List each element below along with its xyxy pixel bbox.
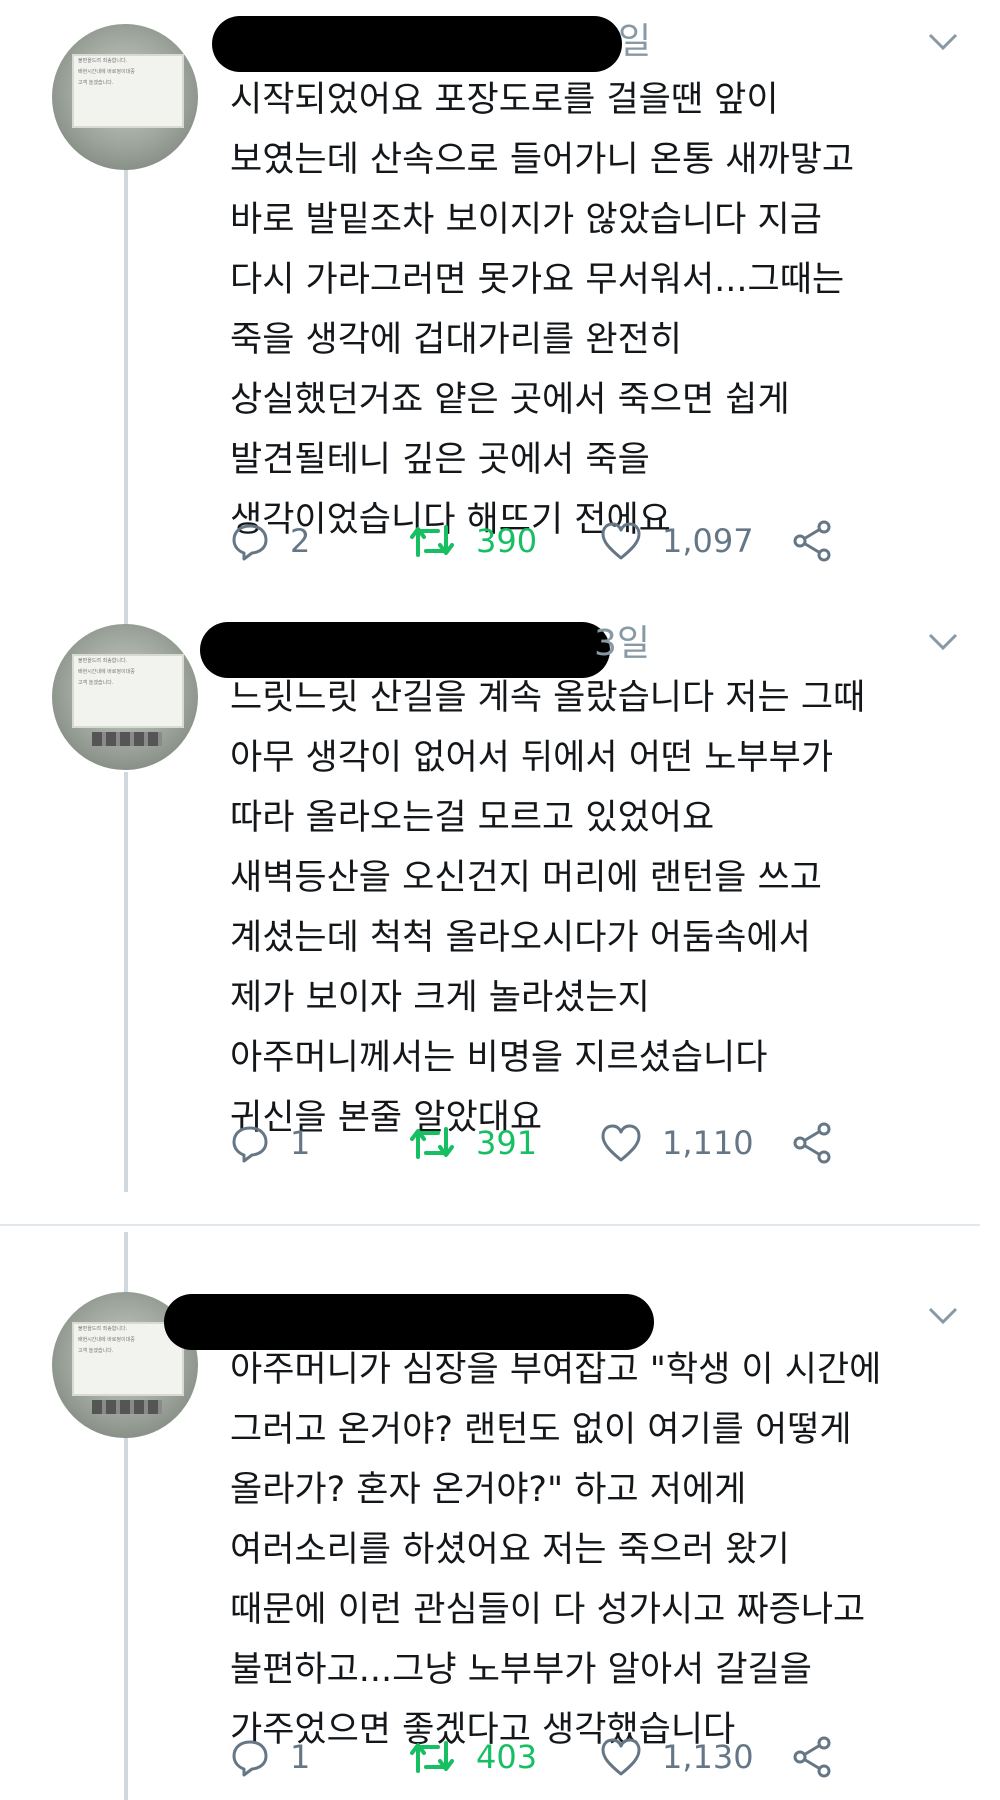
share-icon bbox=[793, 1122, 831, 1164]
retweet-button[interactable]: 391 bbox=[408, 1118, 537, 1168]
avatar-keypad bbox=[92, 732, 162, 746]
tweet-actions: 1 391 1,110 bbox=[230, 1118, 880, 1168]
retweet-icon bbox=[410, 1127, 454, 1159]
reply-icon bbox=[232, 1740, 268, 1777]
retweet-button[interactable]: 403 bbox=[408, 1732, 537, 1782]
share-button[interactable] bbox=[790, 1732, 834, 1782]
avatar-keypad bbox=[92, 1400, 162, 1414]
like-icon bbox=[601, 1738, 641, 1776]
reply-count: 1 bbox=[290, 1738, 311, 1776]
like-count: 1,130 bbox=[662, 1738, 754, 1776]
share-button[interactable] bbox=[790, 1118, 834, 1168]
share-button[interactable] bbox=[790, 516, 834, 566]
chevron-down-icon[interactable] bbox=[928, 32, 958, 52]
like-icon bbox=[601, 1124, 641, 1162]
thread-divider bbox=[0, 1224, 980, 1226]
reply-button[interactable]: 1 bbox=[230, 1732, 310, 1782]
tweet-actions: 2 390 1,097 bbox=[230, 516, 880, 566]
reply-count: 2 bbox=[290, 522, 311, 560]
retweet-icon bbox=[410, 1741, 454, 1773]
like-icon bbox=[601, 522, 641, 560]
retweet-count: 390 bbox=[476, 522, 538, 560]
share-icon bbox=[793, 520, 831, 562]
chevron-down-icon[interactable] bbox=[928, 1306, 958, 1326]
tweet-date: 일 bbox=[618, 21, 652, 62]
avatar[interactable]: 불편을드려 죄송합니다. 배현시간내에 바로정이대중 고객 놀겠습니다. bbox=[52, 624, 198, 770]
like-count: 1,110 bbox=[662, 1124, 754, 1162]
reply-button[interactable]: 2 bbox=[230, 516, 310, 566]
avatar-image: 불편을드려 죄송합니다. 배현시간내에 바로정이대중 고객 놀겠습니다. bbox=[72, 54, 184, 128]
reply-count: 1 bbox=[290, 1124, 311, 1162]
reply-icon bbox=[232, 524, 268, 561]
tweet-3[interactable]: 불편을드려 죄송합니다. 배현시간내에 바로정이대중 고객 놀겠습니다. 아주머… bbox=[0, 1260, 1000, 1800]
tweet-actions: 1 403 1,130 bbox=[230, 1732, 880, 1782]
tweet-text: 느릿느릿 산길을 계속 올랐습니다 저는 그때 아무 생각이 없어서 뒤에서 어… bbox=[230, 678, 866, 1138]
tweet-2[interactable]: 불편을드려 죄송합니다. 배현시간내에 바로정이대중 고객 놀겠습니다. 3일 … bbox=[0, 600, 1000, 1220]
retweet-count: 403 bbox=[476, 1738, 538, 1776]
avatar-image: 불편을드려 죄송합니다. 배현시간내에 바로정이대중 고객 놀겠습니다. bbox=[72, 654, 184, 728]
like-button[interactable]: 1,097 bbox=[600, 516, 754, 566]
chevron-down-icon[interactable] bbox=[928, 632, 958, 652]
tweet-text: 시작되었어요 포장도로를 걸을땐 앞이 보였는데 산속으로 들어가니 온통 새까… bbox=[230, 80, 855, 540]
reply-icon bbox=[232, 1126, 268, 1163]
tweet-text: 아주머니가 심장을 부여잡고 "학생 이 시간에 그러고 온거야? 랜턴도 없이… bbox=[230, 1350, 882, 1750]
like-button[interactable]: 1,130 bbox=[600, 1732, 754, 1782]
redacted-username bbox=[212, 16, 622, 72]
share-icon bbox=[793, 1736, 831, 1778]
avatar[interactable]: 불편을드려 죄송합니다. 배현시간내에 바로정이대중 고객 놀겠습니다. bbox=[52, 24, 198, 170]
tweet-date: 3일 bbox=[594, 623, 651, 664]
reply-button[interactable]: 1 bbox=[230, 1118, 310, 1168]
tweet-1[interactable]: 불편을드려 죄송합니다. 배현시간내에 바로정이대중 고객 놀겠습니다. 일 시… bbox=[0, 0, 1000, 620]
retweet-button[interactable]: 390 bbox=[408, 516, 537, 566]
retweet-icon bbox=[410, 525, 454, 557]
like-button[interactable]: 1,110 bbox=[600, 1118, 754, 1168]
like-count: 1,097 bbox=[662, 522, 754, 560]
retweet-count: 391 bbox=[476, 1124, 538, 1162]
